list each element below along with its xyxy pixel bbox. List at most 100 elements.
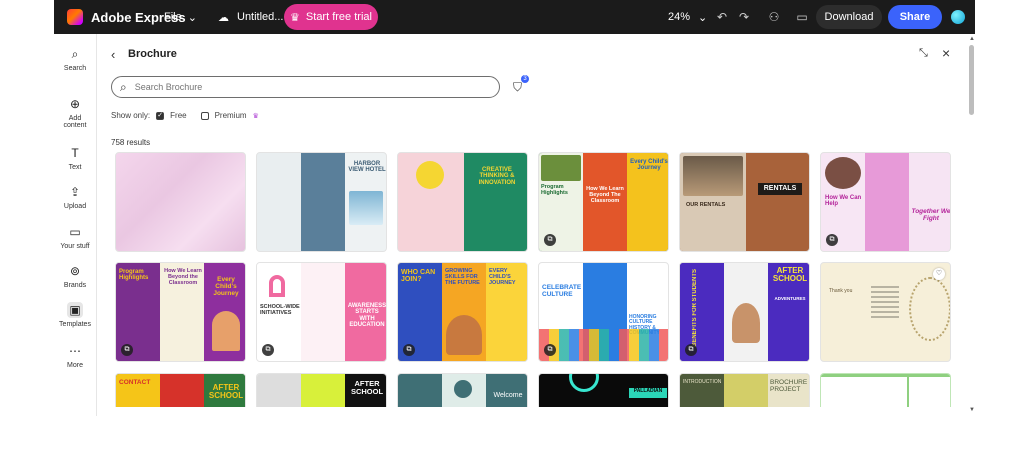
template-card[interactable]: CONTACT AFTER SCHOOL <box>115 373 246 407</box>
template-title: INTRODUCTION <box>683 379 722 385</box>
cloud-sync-icon: ☁ <box>218 11 229 24</box>
rail-item-label: Brands <box>63 282 87 289</box>
top-bar: Adobe Express File ⌄ ☁ Untitled... ♛ Sta… <box>54 0 975 34</box>
template-card[interactable]: SCHOOL-WIDE INITIATIVES AWARENESS STARTS… <box>256 262 387 362</box>
rail-item-add-content[interactable]: ⊕ Add content <box>54 96 96 129</box>
search-input[interactable] <box>132 81 477 93</box>
template-card[interactable]: WHO CAN JOIN? GROWING SKILLS FOR THE FUT… <box>397 262 528 362</box>
scroll-down-arrow-icon[interactable]: ▼ <box>969 407 975 413</box>
copy-icon[interactable]: ⧉ <box>826 234 838 246</box>
undo-icon[interactable]: ↶ <box>714 9 730 25</box>
avatar[interactable] <box>951 10 965 24</box>
template-title: How We Learn Beyond the Classroom <box>164 268 202 286</box>
template-card[interactable]: PALLADIAN <box>538 373 669 407</box>
rail-item-your-stuff[interactable]: ▭ Your stuff <box>54 224 96 250</box>
scrollbar-thumb[interactable] <box>969 45 974 115</box>
template-card[interactable]: Program Highlights How We Learn Beyond T… <box>538 152 669 252</box>
copy-icon[interactable]: ⧉ <box>262 344 274 356</box>
template-card[interactable]: INTRODUCTION BROCHURE PROJECT <box>679 373 810 407</box>
file-menu-label: File <box>164 11 182 23</box>
download-button[interactable]: Download <box>816 5 882 29</box>
panel-title: Brochure <box>128 48 177 60</box>
template-title: Thank you <box>829 288 853 294</box>
comment-icon[interactable]: ▭ <box>794 9 810 25</box>
template-card[interactable]: CELEBRATE CULTURE HONORING CULTURE HISTO… <box>538 262 669 362</box>
upload-icon: ⇪ <box>69 185 81 199</box>
filter-count-badge: 3 <box>521 75 529 83</box>
copy-icon[interactable]: ⧉ <box>121 344 133 356</box>
zoom-level: 24% <box>668 11 691 23</box>
template-title: Every Child's Journey <box>630 159 668 172</box>
copy-icon[interactable]: ⧉ <box>544 344 556 356</box>
chevron-down-icon: ⌄ <box>698 11 708 24</box>
template-card[interactable]: Program Highlights How We Learn Beyond t… <box>115 262 246 362</box>
template-card[interactable]: AFTER SCHOOL <box>256 373 387 407</box>
crown-icon: ♛ <box>252 112 259 120</box>
free-label: Free <box>170 111 187 120</box>
template-title: AFTER SCHOOL <box>208 383 244 401</box>
template-card[interactable]: OUR RENTALS RENTALS <box>679 152 810 252</box>
start-free-trial-button[interactable]: ♛ Start free trial <box>284 4 378 30</box>
template-title: AWARENESS STARTS WITH EDUCATION <box>347 303 387 328</box>
template-title: SCHOOL-WIDE INITIATIVES <box>260 304 300 316</box>
template-card[interactable]: BENEFITS FOR STUDENTS AFTER SCHOOL ADVEN… <box>679 262 810 362</box>
template-title: Program Highlights <box>119 269 149 282</box>
template-title: CREATIVE THINKING & INNOVATION <box>478 167 516 186</box>
file-menu[interactable]: File ⌄ <box>164 0 197 34</box>
rail-item-label: Upload <box>63 203 87 210</box>
collaborate-icon[interactable]: ⚇ <box>766 9 782 25</box>
show-only-filters: Show only: ✓ Free Premium ♛ <box>111 111 259 120</box>
rail-item-search[interactable]: ⌕ Search <box>54 46 96 72</box>
collapse-icon[interactable]: ⤡ <box>919 47 928 60</box>
rail-item-label: Your stuff <box>60 243 90 250</box>
template-title: Every Child's Journey <box>213 276 239 297</box>
plus-circle-icon: ⊕ <box>69 97 81 111</box>
templates-panel: ‹ Brochure ⤡ × ⌕ ⛉ 3 Show only: ✓ Free P… <box>97 34 965 416</box>
templates-icon: ▣ <box>67 302 83 318</box>
scroll-up-arrow-icon[interactable]: ▲ <box>969 36 975 42</box>
template-card[interactable] <box>115 152 246 252</box>
template-card[interactable]: How We Can Help Together We Fight ⧉ <box>820 152 951 252</box>
template-title: Program Highlights <box>541 184 568 196</box>
template-card[interactable]: Thank you ♡ <box>820 262 951 362</box>
copy-icon[interactable]: ⧉ <box>685 344 697 356</box>
premium-checkbox[interactable] <box>200 111 209 120</box>
start-free-trial-label: Start free trial <box>305 11 372 23</box>
filter-button[interactable]: ⛉ 3 <box>513 75 529 95</box>
template-title: AFTER SCHOOL <box>772 266 808 284</box>
template-title: CONTACT <box>119 379 151 386</box>
heart-icon[interactable]: ♡ <box>933 268 945 280</box>
share-button[interactable]: Share <box>888 5 942 29</box>
template-title: EVERY CHILD'S JOURNEY <box>489 268 516 286</box>
copy-icon[interactable]: ⧉ <box>544 234 556 246</box>
template-card[interactable]: Welcome <box>397 373 528 407</box>
filter-icon: ⛉ <box>513 80 523 94</box>
document-title-area[interactable]: ☁ Untitled... <box>218 0 283 34</box>
copy-icon[interactable]: ⧉ <box>403 344 415 356</box>
template-title: Welcome <box>493 392 523 399</box>
premium-label: Premium <box>214 111 247 120</box>
redo-icon[interactable]: ↷ <box>736 9 752 25</box>
rail-item-label: More <box>67 362 83 369</box>
rail-item-templates[interactable]: ▣ Templates <box>54 302 96 328</box>
template-title: GROWING SKILLS FOR THE FUTURE <box>445 268 480 286</box>
free-checkbox[interactable]: ✓ <box>156 111 165 120</box>
text-icon: T <box>71 146 79 160</box>
template-card[interactable]: HARBOR VIEW HOTEL <box>256 152 387 252</box>
back-chevron-icon[interactable]: ‹ <box>111 47 115 62</box>
rail-item-upload[interactable]: ⇪ Upload <box>54 184 96 210</box>
rail-item-text[interactable]: T Text <box>54 145 96 171</box>
show-only-label: Show only: <box>111 111 151 120</box>
template-card[interactable]: CREATIVE THINKING & INNOVATION <box>397 152 528 252</box>
template-subtitle: ADVENTURES <box>774 296 806 301</box>
rail-item-brands[interactable]: ⊚ Brands <box>54 263 96 289</box>
search-field[interactable]: ⌕ <box>111 76 500 98</box>
chevron-down-icon: ⌄ <box>187 11 197 24</box>
folder-icon: ▭ <box>69 225 81 239</box>
template-card[interactable] <box>820 373 951 407</box>
rail-item-label: Add content <box>63 115 87 129</box>
rail-item-more[interactable]: ⋯ More <box>54 343 96 369</box>
zoom-control[interactable]: 24% ⌄ <box>668 0 707 34</box>
template-title: PALLADIAN <box>633 388 663 394</box>
close-icon[interactable]: × <box>942 45 950 61</box>
